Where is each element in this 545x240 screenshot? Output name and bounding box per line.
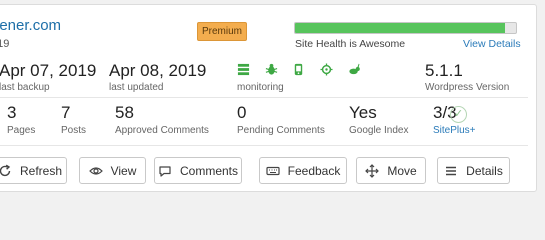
posts-value: 7 [61, 103, 71, 122]
feedback-button[interactable]: Feedback [259, 157, 347, 184]
details-button-label: Details [466, 163, 503, 178]
site-card: dener.com 019 Premium Site Health is Awe… [0, 4, 537, 192]
pages-label: Pages [7, 125, 36, 136]
move-button[interactable]: Move [356, 157, 426, 184]
site-health-fill [295, 23, 505, 33]
pages-value: 3 [7, 103, 17, 122]
approved-comments-label: Approved Comments [115, 125, 209, 136]
google-index-label: Google Index [349, 125, 409, 136]
divider [0, 145, 528, 146]
comments-button-label: Comments [179, 163, 238, 178]
approved-comments-value: 58 [115, 103, 134, 122]
view-button[interactable]: View [79, 157, 146, 184]
wp-version-value: 5.1.1 [425, 61, 463, 80]
check-icon: ✓ [450, 106, 467, 123]
rabbit-icon[interactable] [348, 63, 361, 76]
move-button-label: Move [387, 163, 417, 178]
site-health-text: Site Health is Awesome [295, 38, 406, 50]
keyboard-icon [266, 164, 280, 178]
site-name-link[interactable]: dener.com [0, 17, 61, 34]
comments-button[interactable]: Comments [154, 157, 242, 184]
refresh-icon [0, 164, 12, 178]
pending-comments-label: Pending Comments [237, 125, 325, 136]
last-updated-value: Apr 08, 2019 [109, 61, 207, 80]
divider [0, 97, 528, 98]
last-backup-value: Apr 07, 2019 [0, 61, 97, 80]
refresh-button[interactable]: Refresh [0, 157, 67, 184]
bug-icon[interactable] [265, 63, 278, 76]
move-arrows-icon [365, 163, 380, 178]
speech-bubble-icon [158, 164, 172, 178]
view-details-link[interactable]: View Details [463, 38, 521, 50]
siteplus-link[interactable]: SitePlus+ [433, 125, 476, 136]
feedback-button-label: Feedback [287, 163, 341, 178]
google-index-value: Yes [349, 103, 377, 122]
list-icon [444, 164, 458, 178]
site-subtitle: 019 [0, 38, 10, 50]
details-button[interactable]: Details [437, 157, 510, 184]
posts-label: Posts [61, 125, 87, 136]
wp-version-label: Wordpress Version [425, 82, 510, 93]
view-button-label: View [110, 163, 137, 178]
pending-comments-value: 0 [237, 103, 247, 122]
last-updated-label: last updated [109, 82, 164, 93]
eye-icon [88, 164, 103, 178]
mobile-icon[interactable] [292, 63, 305, 76]
premium-badge: Premium [197, 22, 247, 41]
stack-icon[interactable] [237, 63, 250, 76]
refresh-button-label: Refresh [19, 163, 63, 178]
last-backup-label: last backup [0, 82, 50, 93]
target-icon[interactable] [320, 63, 333, 76]
monitoring-label: monitoring [237, 82, 284, 93]
site-health-bar [294, 22, 517, 34]
